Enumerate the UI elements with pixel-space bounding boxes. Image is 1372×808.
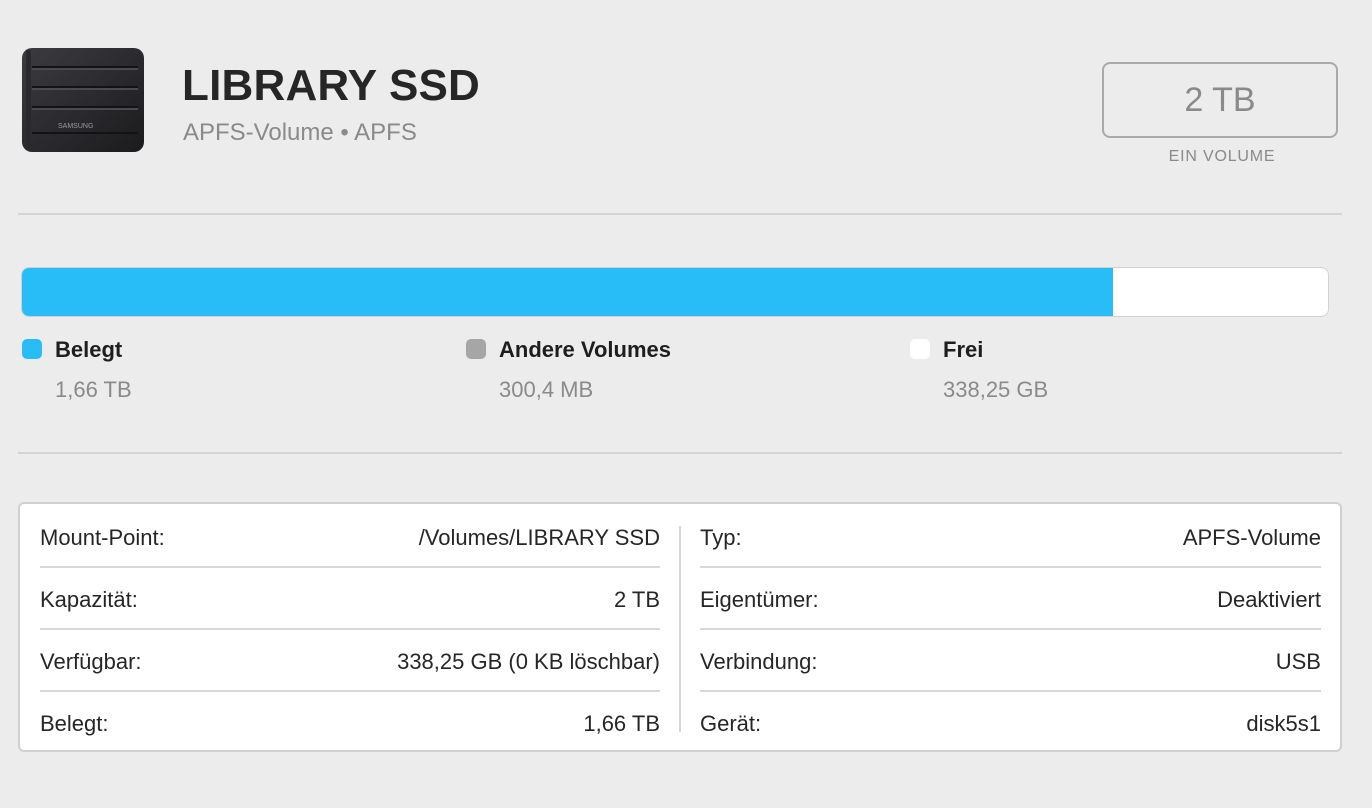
info-value: APFS-Volume (1182, 525, 1321, 550)
legend-free: Frei 338,25 GB (910, 336, 1310, 416)
info-row-mount-point: Mount-Point: /Volumes/LIBRARY SSD (40, 506, 660, 568)
info-value: 2 TB (613, 587, 660, 612)
legend-used: Belegt 1,66 TB (22, 336, 422, 416)
legend-other-label: Andere Volumes (499, 337, 671, 362)
legend-free-value: 338,25 GB (943, 377, 1049, 402)
free-color-swatch (910, 339, 930, 359)
info-row-used: Belegt: 1,66 TB (40, 692, 660, 754)
external-ssd-icon: SAMSUNG (20, 46, 146, 156)
usage-divider (18, 452, 1342, 454)
legend-other-volumes: Andere Volumes 300,4 MB (466, 336, 866, 416)
used-color-swatch (22, 339, 42, 359)
info-value: Deaktiviert (1217, 587, 1321, 612)
svg-text:SAMSUNG: SAMSUNG (58, 123, 93, 130)
legend-used-label: Belegt (55, 337, 123, 362)
volume-size-box: 2 TB (1102, 62, 1338, 138)
legend-used-value: 1,66 TB (55, 377, 132, 402)
info-row-type: Typ: APFS-Volume (700, 506, 1321, 568)
info-value: USB (1275, 649, 1321, 674)
other-volumes-color-swatch (466, 339, 486, 359)
volume-info-table: Mount-Point: /Volumes/LIBRARY SSD Kapazi… (18, 502, 1342, 752)
disk-info-panel: SAMSUNG LIBRARY SSD APFS-Volume • APFS 2… (0, 0, 1372, 808)
column-divider (679, 526, 681, 732)
info-row-available: Verfügbar: 338,25 GB (0 KB löschbar) (40, 630, 660, 692)
info-key: Kapazität: (40, 587, 138, 612)
volume-size-value: 2 TB (1184, 80, 1256, 119)
volume-subtitle: APFS-Volume • APFS (183, 119, 417, 146)
info-key: Belegt: (40, 711, 109, 736)
volume-title: LIBRARY SSD (182, 61, 481, 110)
legend-free-label: Frei (943, 337, 984, 362)
info-key: Verbindung: (700, 649, 818, 674)
info-row-owners: Eigentümer: Deaktiviert (700, 568, 1321, 630)
info-key: Gerät: (700, 711, 762, 736)
info-value: 338,25 GB (0 KB löschbar) (397, 649, 660, 674)
info-value: disk5s1 (1246, 711, 1321, 736)
info-key: Typ: (700, 525, 742, 550)
legend-other-value: 300,4 MB (499, 377, 594, 402)
used-space-segment (22, 268, 1113, 316)
info-value: /Volumes/LIBRARY SSD (418, 525, 660, 550)
storage-usage-bar (21, 267, 1329, 317)
info-row-connection: Verbindung: USB (700, 630, 1321, 692)
info-value: 1,66 TB (583, 711, 660, 736)
info-key: Eigentümer: (700, 587, 819, 612)
header-divider (18, 213, 1342, 215)
volume-count-caption: EIN VOLUME (1168, 148, 1276, 165)
info-key: Verfügbar: (40, 649, 142, 674)
info-row-capacity: Kapazität: 2 TB (40, 568, 660, 630)
info-row-device: Gerät: disk5s1 (700, 692, 1321, 754)
info-key: Mount-Point: (40, 525, 165, 550)
